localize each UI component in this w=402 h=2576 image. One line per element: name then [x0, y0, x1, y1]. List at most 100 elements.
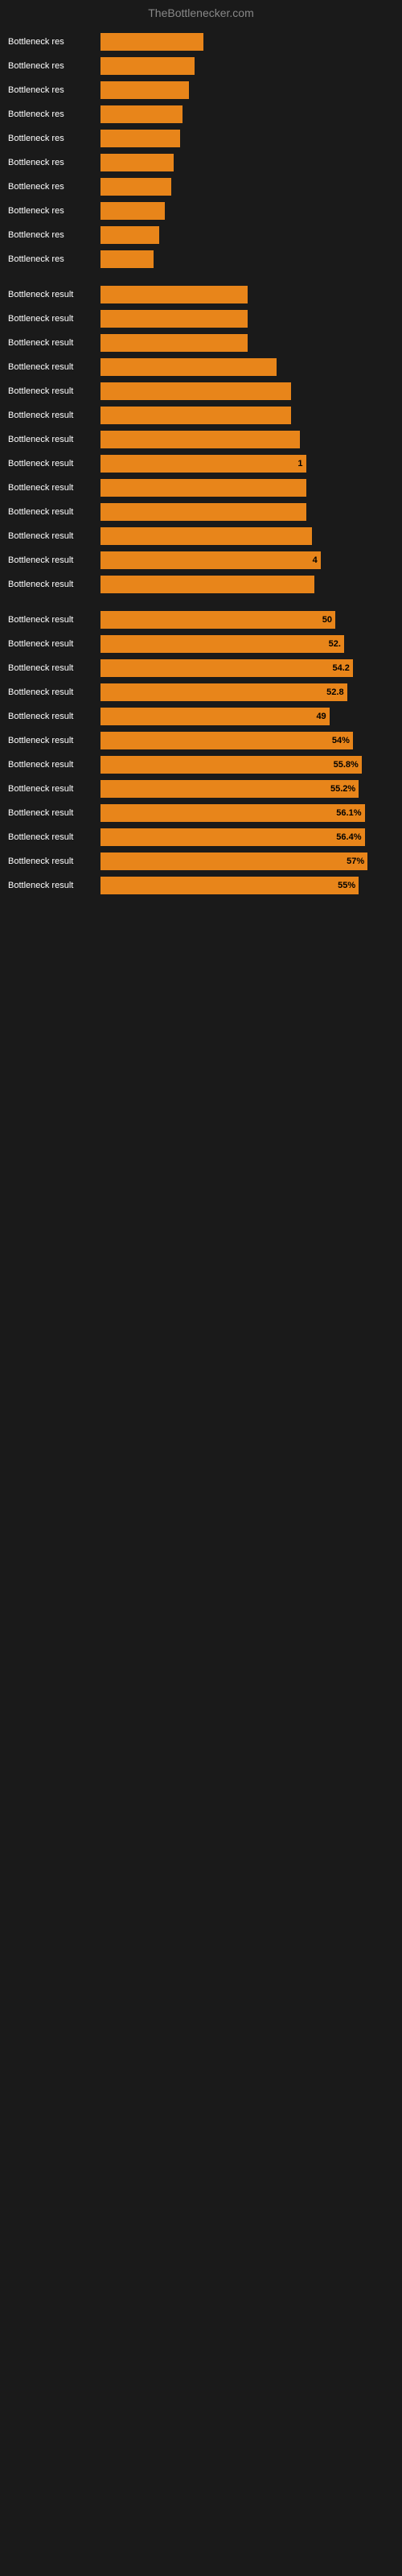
bar-fill	[100, 33, 203, 51]
bar-label: Bottleneck res	[8, 85, 100, 95]
bar-row: Bottleneck result 50	[8, 609, 394, 631]
bar-wrapper: 1	[100, 455, 394, 473]
bar-fill	[100, 286, 248, 303]
bar-wrapper	[100, 310, 394, 328]
bar-wrapper: 57%	[100, 852, 394, 870]
bar-wrapper: 49	[100, 708, 394, 725]
bar-row: Bottleneck result57%	[8, 850, 394, 873]
bar-wrapper: 55.8%	[100, 756, 394, 774]
bar-wrapper	[100, 334, 394, 352]
bar-wrapper	[100, 286, 394, 303]
bar-row: Bottleneck result54%	[8, 729, 394, 752]
bar-fill	[100, 154, 174, 171]
bar-wrapper	[100, 130, 394, 147]
bar-label: Bottleneck result	[8, 411, 100, 420]
bar-wrapper: 55.2%	[100, 780, 394, 798]
bar-label: Bottleneck res	[8, 182, 100, 192]
bar-row: Bottleneck result1	[8, 452, 394, 475]
bar-fill	[100, 576, 314, 593]
bar-fill	[100, 479, 306, 497]
bar-row: Bottleneck result 54.2	[8, 657, 394, 679]
bar-fill: 56.4%	[100, 828, 365, 846]
bar-wrapper	[100, 226, 394, 244]
bar-wrapper	[100, 479, 394, 497]
bar-label: Bottleneck result	[8, 857, 100, 866]
bar-label: Bottleneck res	[8, 61, 100, 71]
bar-fill: 54%	[100, 732, 353, 749]
bar-value: 49	[316, 712, 326, 721]
bar-wrapper: 52.	[100, 635, 394, 653]
bar-label: Bottleneck result	[8, 483, 100, 493]
bar-row: Bottleneck result56.4%	[8, 826, 394, 848]
bar-row: Bottleneck res	[8, 55, 394, 77]
bar-wrapper	[100, 527, 394, 545]
bar-label: Bottleneck result	[8, 362, 100, 372]
bar-wrapper	[100, 178, 394, 196]
bar-fill	[100, 431, 300, 448]
bar-wrapper	[100, 250, 394, 268]
bar-fill: 50	[100, 611, 335, 629]
bar-row: Bottleneck result 52.	[8, 633, 394, 655]
bar-value: 55.2%	[330, 784, 355, 794]
bar-row: Bottleneck res	[8, 127, 394, 150]
bar-label: Bottleneck result	[8, 736, 100, 745]
bar-label: Bottleneck result	[8, 808, 100, 818]
bar-fill	[100, 358, 277, 376]
bar-label: Bottleneck res	[8, 206, 100, 216]
bar-label: Bottleneck res	[8, 37, 100, 47]
bar-fill	[100, 407, 291, 424]
bar-label: Bottleneck res	[8, 230, 100, 240]
bar-label: Bottleneck result	[8, 290, 100, 299]
bar-row: Bottleneck res	[8, 103, 394, 126]
bar-wrapper: 56.4%	[100, 828, 394, 846]
bar-fill	[100, 178, 171, 196]
bar-label: Bottleneck result	[8, 531, 100, 541]
bar-label: Bottleneck result	[8, 615, 100, 625]
bar-value: 52.8	[326, 687, 343, 697]
bar-row: Bottleneck result 55%	[8, 874, 394, 897]
bar-value: 55%	[338, 881, 355, 890]
bar-value: 50	[322, 615, 332, 625]
bar-wrapper	[100, 154, 394, 171]
bar-wrapper: 54.2	[100, 659, 394, 677]
bar-value: 1	[297, 459, 302, 469]
bar-row: Bottleneck res	[8, 175, 394, 198]
bar-fill: 56.1%	[100, 804, 365, 822]
bar-fill	[100, 105, 183, 123]
bar-label: Bottleneck result	[8, 832, 100, 842]
bar-row: Bottleneck res	[8, 151, 394, 174]
bar-value: 55.8%	[334, 760, 359, 770]
bar-label: Bottleneck result	[8, 760, 100, 770]
bar-value: 4	[313, 555, 318, 565]
bar-fill	[100, 382, 291, 400]
bar-row: Bottleneck result 55.8%	[8, 753, 394, 776]
bar-wrapper	[100, 431, 394, 448]
bar-label: Bottleneck result	[8, 881, 100, 890]
bar-value: 52.	[329, 639, 341, 649]
bar-label: Bottleneck result	[8, 580, 100, 589]
bar-fill: 52.8	[100, 683, 347, 701]
bar-label: Bottleneck result	[8, 314, 100, 324]
bar-row: Bottleneck res	[8, 79, 394, 101]
bar-label: Bottleneck result	[8, 639, 100, 649]
bar-value: 54.2	[332, 663, 349, 673]
bar-wrapper	[100, 33, 394, 51]
bar-label: Bottleneck res	[8, 254, 100, 264]
bar-wrapper	[100, 57, 394, 75]
bar-row: Bottleneck result	[8, 356, 394, 378]
bar-label: Bottleneck result	[8, 663, 100, 673]
bar-wrapper	[100, 105, 394, 123]
bar-fill	[100, 130, 180, 147]
bar-fill	[100, 334, 248, 352]
bar-row: Bottleneck result	[8, 380, 394, 402]
bar-row: Bottleneck res	[8, 200, 394, 222]
bar-fill: 4	[100, 551, 321, 569]
bar-label: Bottleneck result	[8, 338, 100, 348]
site-title: TheBottlenecker.com	[148, 6, 254, 19]
bar-label: Bottleneck res	[8, 158, 100, 167]
bar-wrapper: 52.8	[100, 683, 394, 701]
bar-row: Bottleneck result55.2%	[8, 778, 394, 800]
bar-row: Bottleneck res	[8, 248, 394, 270]
bar-row: Bottleneck result49	[8, 705, 394, 728]
bar-label: Bottleneck result	[8, 435, 100, 444]
